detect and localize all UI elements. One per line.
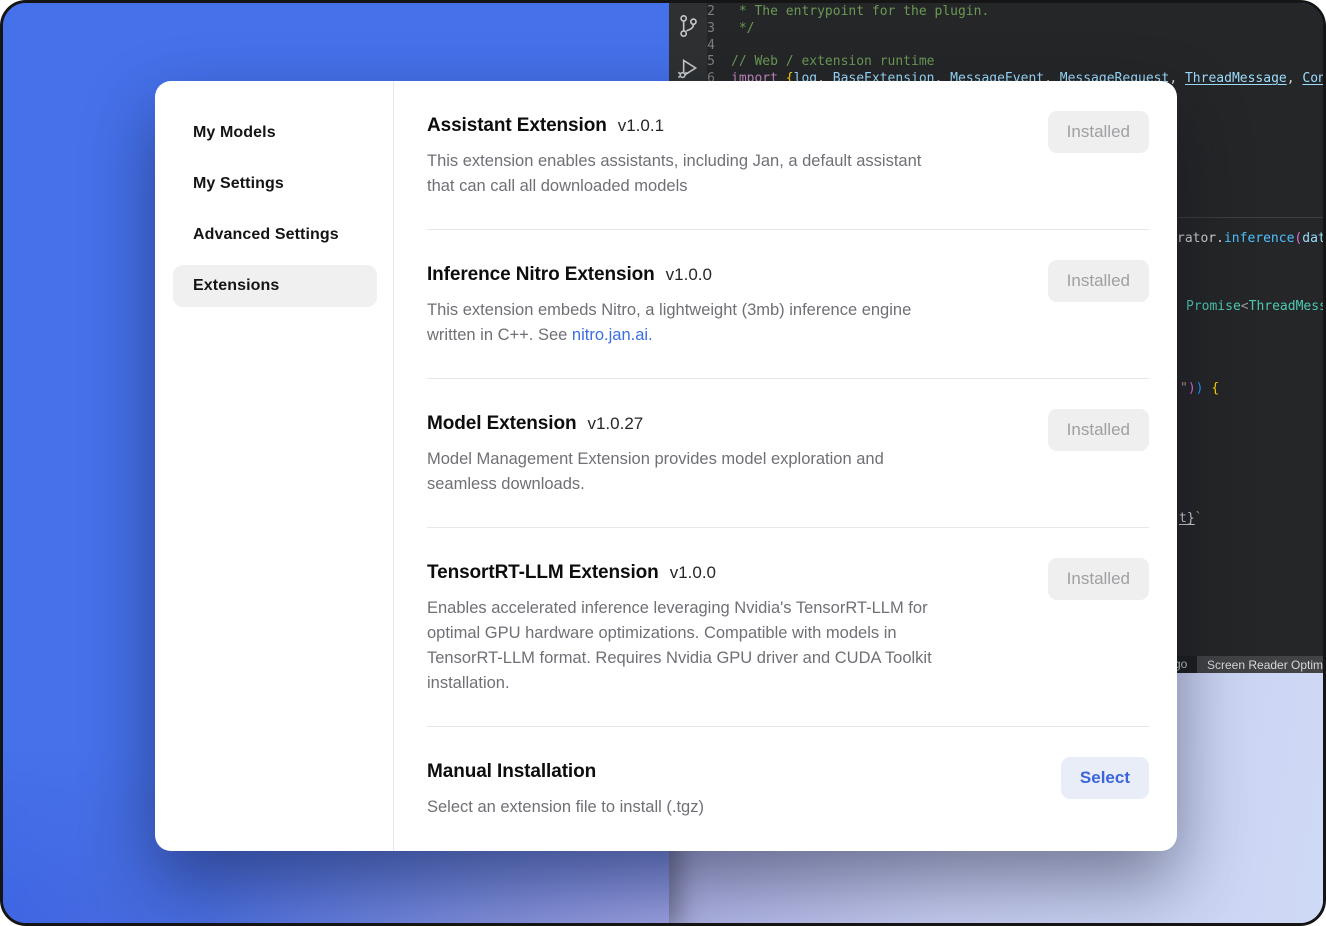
code-fragment: Promise<ThreadMessage>: [1186, 299, 1326, 316]
extension-info: Model Extension v1.0.27 Model Management E…: [427, 413, 884, 497]
extension-section-manual-installation: Manual Installation Select an extension f…: [427, 726, 1149, 850]
code-fragment: rator.inference(data));: [1177, 231, 1326, 248]
code-token: */: [731, 21, 754, 36]
sidebar-item-label: Extensions: [193, 277, 279, 295]
code-line: 5// Web / extension runtime: [669, 54, 1326, 71]
sidebar-item-label: Advanced Settings: [193, 226, 339, 244]
code-token: ): [1188, 381, 1196, 396]
code-token: ThreadMessage: [1185, 71, 1287, 86]
extension-section-tensortrt-llm-extension: TensortRT-LLM Extension v1.0.0 Enables acc…: [427, 527, 1149, 726]
code-token: ,: [1287, 71, 1303, 86]
code-token: .: [1216, 231, 1224, 246]
sidebar-item-my-settings[interactable]: My Settings: [173, 163, 377, 205]
extensions-panel: Assistant Extension v1.0.1 This extension …: [394, 81, 1177, 851]
sidebar-item-label: My Settings: [193, 175, 284, 193]
extension-description: Enables accelerated inference leveraging…: [427, 596, 932, 696]
code-token: ContentType: [1302, 71, 1326, 86]
code-line: 2 * The entrypoint for the plugin.: [669, 4, 1326, 21]
line-number: 5: [669, 54, 731, 71]
select-button-manual-installation[interactable]: Select: [1061, 757, 1149, 799]
code-line: 3 */: [669, 21, 1326, 38]
extension-title: TensortRT-LLM Extension: [427, 562, 659, 584]
code-token: {: [1211, 381, 1219, 396]
sidebar-item-extensions[interactable]: Extensions: [173, 265, 377, 307]
extension-version: v1.0.1: [618, 116, 664, 136]
code-line: 4: [669, 38, 1326, 55]
code-fragment: ")) {: [1180, 381, 1219, 398]
extension-version: v1.0.27: [587, 414, 643, 434]
code-token: t}: [1179, 511, 1195, 526]
sidebar-item-label: My Models: [193, 124, 276, 142]
extension-title: Assistant Extension: [427, 115, 607, 137]
code-token: * The entrypoint for the plugin.: [731, 4, 989, 19]
extension-section-model-extension: Model Extension v1.0.27 Model Management E…: [427, 378, 1149, 527]
settings-sidebar: My Models My Settings Advanced Settings Ext…: [155, 81, 394, 851]
line-number: 4: [669, 38, 731, 55]
extension-section-assistant-extension: Assistant Extension v1.0.1 This extension …: [427, 81, 1149, 229]
code-lines: 2 * The entrypoint for the plugin.3 */45…: [669, 4, 1326, 88]
extension-description: Select an extension file to install (.tg…: [427, 795, 704, 820]
code-token: data: [1302, 231, 1326, 246]
line-number: 3: [669, 21, 731, 38]
extension-info: Inference Nitro Extension v1.0.0 This exte…: [427, 264, 911, 348]
screen-reader-optimized-badge[interactable]: Screen Reader Optimized: [1197, 656, 1326, 673]
nitro-jan-ai-link[interactable]: nitro.jan.ai.: [572, 326, 653, 344]
app-window: 2 * The entrypoint for the plugin.3 */45…: [0, 0, 1326, 926]
installed-button-tensortrt-llm-extension[interactable]: Installed: [1048, 558, 1149, 600]
extension-description: This extension embeds Nitro, a lightweig…: [427, 298, 911, 348]
code-token: ThreadMessage: [1249, 299, 1326, 314]
code-token: <: [1241, 299, 1249, 314]
sidebar-item-my-models[interactable]: My Models: [173, 112, 377, 154]
extension-info: TensortRT-LLM Extension v1.0.0 Enables acc…: [427, 562, 932, 696]
extension-description: This extension enables assistants, inclu…: [427, 149, 921, 199]
code-token: `: [1195, 511, 1203, 526]
extension-info: Assistant Extension v1.0.1 This extension …: [427, 115, 921, 199]
extension-section-inference-nitro-extension: Inference Nitro Extension v1.0.0 This exte…: [427, 229, 1149, 378]
extension-title: Model Extension: [427, 413, 576, 435]
extension-title: Inference Nitro Extension: [427, 264, 655, 286]
installed-button-model-extension[interactable]: Installed: [1048, 409, 1149, 451]
code-token: inference: [1224, 231, 1294, 246]
extension-description: Model Management Extension provides mode…: [427, 447, 884, 497]
code-token: ": [1180, 381, 1188, 396]
code-token: ,: [1169, 71, 1185, 86]
code-token: Promise: [1186, 299, 1241, 314]
line-number: 2: [669, 4, 731, 21]
installed-button-inference-nitro-extension[interactable]: Installed: [1048, 260, 1149, 302]
settings-modal: My Models My Settings Advanced Settings Ext…: [155, 81, 1177, 851]
sidebar-item-advanced-settings[interactable]: Advanced Settings: [173, 214, 377, 256]
installed-button-assistant-extension[interactable]: Installed: [1048, 111, 1149, 153]
code-token: // Web / extension runtime: [731, 54, 935, 69]
extension-title: Manual Installation: [427, 761, 596, 783]
extension-info: Manual Installation Select an extension f…: [427, 761, 704, 820]
code-token: rator: [1177, 231, 1216, 246]
extension-version: v1.0.0: [666, 265, 712, 285]
code-fragment: t}`: [1179, 511, 1202, 528]
extension-version: v1.0.0: [670, 563, 716, 583]
